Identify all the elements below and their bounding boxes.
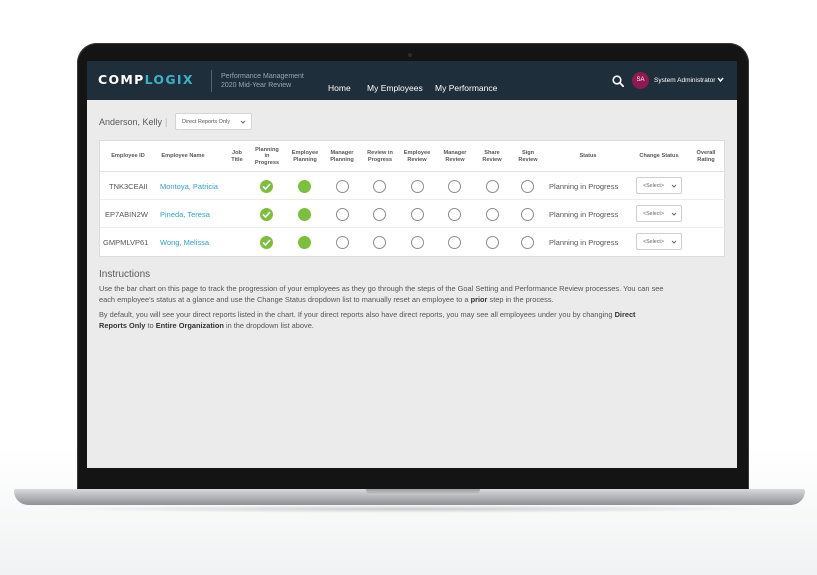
header-employee-review: Employee Review (403, 150, 431, 163)
chevron-down-icon (671, 240, 677, 244)
nav-home[interactable]: Home (328, 83, 351, 93)
step-filled-dot (298, 236, 311, 249)
step-empty-dot (486, 236, 499, 249)
header-manager-planning: Manager Planning (330, 150, 354, 163)
header-employee-planning: Employee Planning (291, 150, 319, 163)
change-status-dropdown[interactable]: <Select> (636, 233, 682, 250)
instructions-paragraph-1: Use the bar chart on this page to track … (99, 284, 725, 305)
instructions-p1-line2: each employee's status at a glance and u… (99, 294, 554, 304)
step-check-icon (260, 208, 273, 221)
header-employee-name: Employee Name (161, 153, 205, 160)
step-empty-dot (336, 180, 349, 193)
change-status-dropdown[interactable]: <Select> (636, 205, 682, 222)
instructions-paragraph-2: By default, you will see your direct rep… (99, 310, 725, 331)
step-empty-dot (411, 208, 424, 221)
instructions-p2-line1: By default, you will see your direct rep… (99, 310, 636, 319)
header-sign-review: Sign Review (518, 150, 538, 163)
status-text: Planning in Progress (549, 209, 619, 219)
step-empty-dot (411, 180, 424, 193)
header-share-review: Share Review (482, 150, 502, 163)
laptop-notch (366, 489, 480, 495)
table-row: TNK3CEAII Montoya, Patricia Planning in … (100, 172, 726, 200)
step-filled-dot (298, 180, 311, 193)
nav-my-performance[interactable]: My Performance (435, 83, 497, 93)
instructions-p1-line1: Use the bar chart on this page to track … (99, 284, 664, 293)
search-icon[interactable] (612, 75, 624, 87)
change-status-value: <Select> (643, 183, 664, 189)
step-empty-dot (448, 236, 461, 249)
header-planning-in-progress: Planning in Progress (254, 146, 280, 166)
change-status-value: <Select> (643, 239, 664, 245)
employee-name-link[interactable]: Montoya, Patricia (160, 172, 218, 200)
table-row: GMPMLVP61 Wong, Melissa Planning in Prog… (100, 228, 726, 256)
status-text: Planning in Progress (549, 237, 619, 247)
step-empty-dot (373, 236, 386, 249)
step-empty-dot (486, 208, 499, 221)
user-avatar[interactable]: SA (632, 72, 649, 89)
header-manager-review: Manager Review (443, 150, 467, 163)
change-status-value: <Select> (643, 211, 664, 217)
status-text: Planning in Progress (549, 181, 619, 191)
employee-name-link[interactable]: Wong, Melissa (160, 228, 209, 256)
employee-name-link[interactable]: Pineda, Teresa (160, 200, 210, 228)
header-change-status: Change Status (639, 153, 679, 160)
employee-id: GMPMLVP61 (103, 237, 149, 247)
chevron-down-icon (240, 120, 246, 124)
nav-my-employees[interactable]: My Employees (367, 83, 423, 93)
app-subtitle: Performance Management 2020 Mid-Year Rev… (221, 72, 304, 90)
scope-dropdown[interactable]: Direct Reports Only (175, 113, 252, 130)
complogix-logo[interactable]: COMPLOGIX (98, 72, 194, 87)
header-job-title: Job Title (231, 150, 243, 163)
step-empty-dot (411, 236, 424, 249)
employee-progress-table: Employee ID Employee Name Job Title Plann… (99, 140, 726, 257)
manager-name: Anderson, Kelly (99, 117, 163, 127)
header-employee-id: Employee ID (111, 153, 145, 160)
step-empty-dot (336, 236, 349, 249)
header-status: Status (579, 153, 597, 160)
instructions-p2-line2: Reports Only to Entire Organization in t… (99, 320, 314, 330)
laptop-base (14, 489, 805, 505)
logo-divider (211, 70, 212, 92)
top-navigation-bar: COMPLOGIX Performance Management 2020 Mi… (87, 61, 737, 100)
step-empty-dot (373, 180, 386, 193)
step-empty-dot (521, 236, 534, 249)
step-empty-dot (448, 180, 461, 193)
step-empty-dot (336, 208, 349, 221)
step-empty-dot (448, 208, 461, 221)
table-header-row: Employee ID Employee Name Job Title Plann… (100, 141, 726, 172)
change-status-dropdown[interactable]: <Select> (636, 177, 682, 194)
step-check-icon (260, 236, 273, 249)
app-subtitle-line1: Performance Management (221, 73, 304, 80)
step-empty-dot (486, 180, 499, 193)
header-review-in-progress: Review in Progress (367, 150, 393, 163)
laptop-shadow (40, 505, 780, 513)
app-subtitle-line2: 2020 Mid-Year Review (221, 82, 292, 89)
step-empty-dot (521, 208, 534, 221)
step-filled-dot (298, 208, 311, 221)
filter-separator: | (165, 117, 168, 127)
employee-id: TNK3CEAII (109, 181, 148, 191)
step-empty-dot (521, 180, 534, 193)
camera-dot (408, 53, 412, 57)
step-empty-dot (373, 208, 386, 221)
scope-dropdown-value: Direct Reports Only (182, 119, 230, 125)
user-menu-name[interactable]: System Administrator (654, 77, 715, 84)
app-screen: COMPLOGIX Performance Management 2020 Mi… (87, 61, 737, 468)
instructions-heading: Instructions (99, 269, 151, 280)
chevron-down-icon (671, 184, 677, 188)
chevron-down-icon[interactable] (717, 76, 724, 83)
employee-id: EP7ABIN2W (105, 209, 148, 219)
header-overall-rating: Overall Rating (696, 150, 716, 163)
step-check-icon (260, 180, 273, 193)
table-row: EP7ABIN2W Pineda, Teresa Planning in Pro… (100, 200, 726, 228)
chevron-down-icon (671, 212, 677, 216)
